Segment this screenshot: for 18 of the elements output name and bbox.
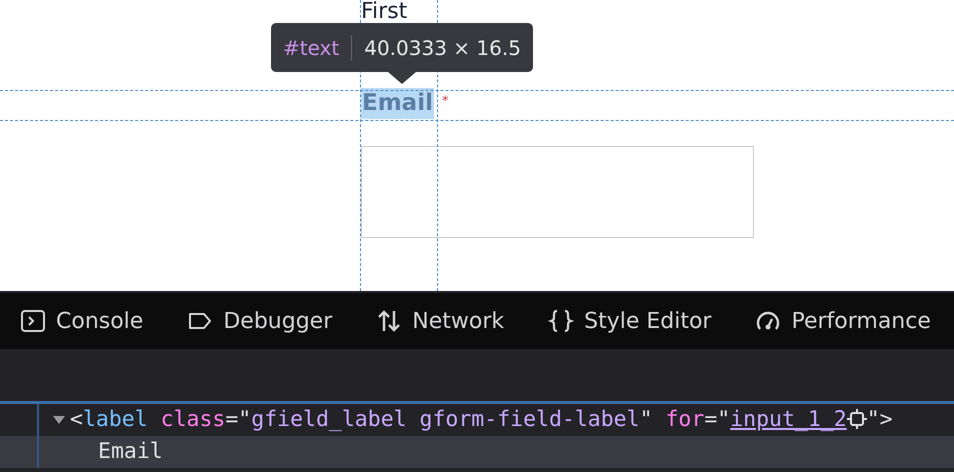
tab[interactable]: Style Editor [548,304,712,338]
console-icon [20,308,46,334]
code-line: Email [98,438,163,466]
target-icon[interactable] [846,408,867,429]
tab[interactable]: Performance [755,304,931,338]
node-type: #text [283,34,340,62]
tab[interactable]: Console [20,304,144,338]
node-size: 40.0333 × 16.5 [364,34,521,62]
required-mark: * [442,93,448,111]
code-line: <label class="gfield_label gform-field-label" for="input_1_2 "> [70,406,893,434]
arrows-icon [376,308,402,334]
input-field[interactable] [361,146,754,238]
braces-icon [548,308,574,334]
field-label: First [361,0,408,26]
tab[interactable]: Network [376,304,504,338]
highlighted-text: Email [361,88,434,119]
tab[interactable]: Debugger [187,304,332,338]
expand-triangle-icon[interactable] [52,415,66,425]
